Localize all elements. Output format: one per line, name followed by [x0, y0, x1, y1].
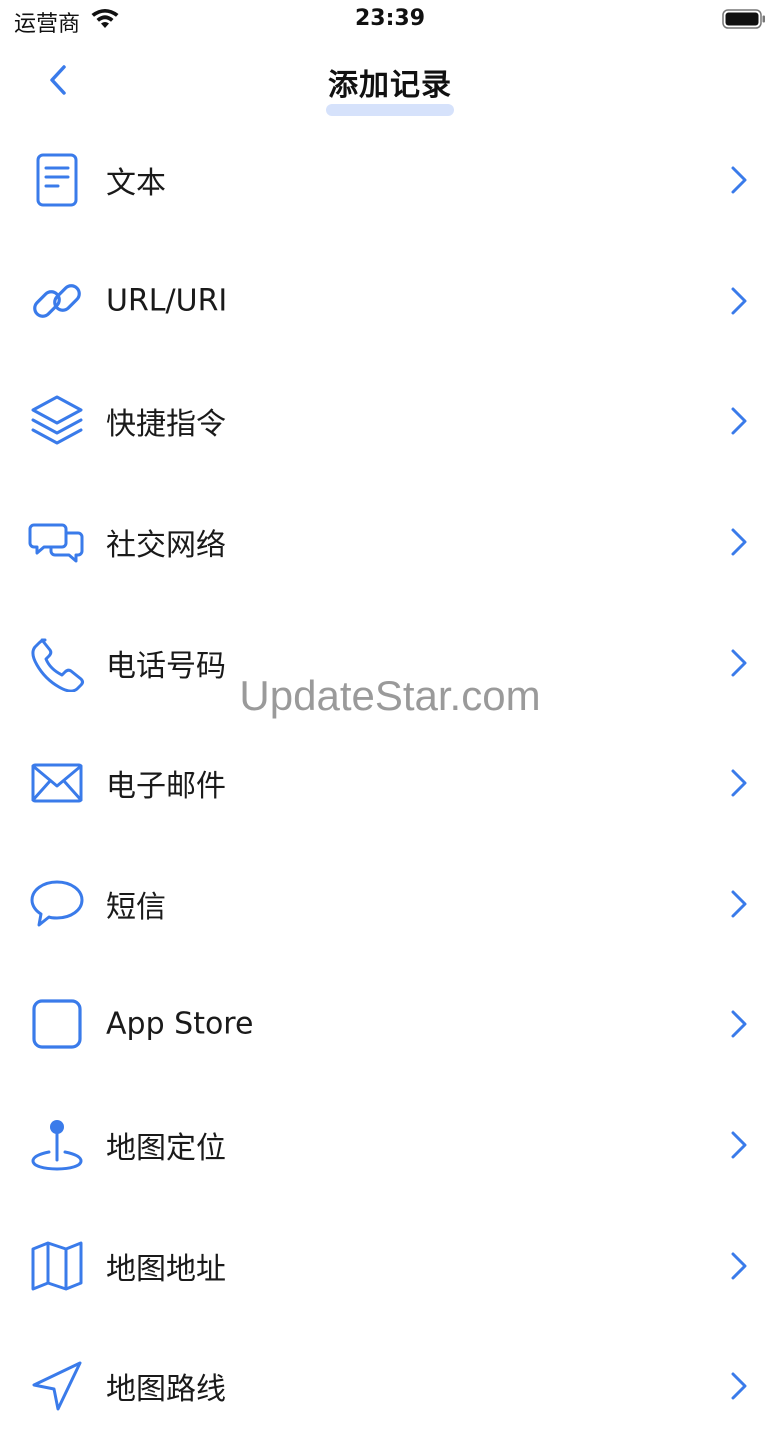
- chevron-right-icon: [731, 1010, 747, 1038]
- battery-icon: [722, 9, 765, 29]
- title-highlight: [326, 104, 454, 116]
- envelope-icon: [31, 763, 83, 803]
- list-item-url[interactable]: URL/URI: [0, 241, 780, 362]
- map-icon: [31, 1241, 83, 1291]
- page-title-text: 添加记录: [328, 68, 452, 103]
- map-pin-icon: [31, 1120, 83, 1171]
- chevron-right-icon: [731, 1372, 747, 1400]
- list-item-email[interactable]: 电子邮件: [0, 723, 780, 844]
- chevron-right-icon: [731, 649, 747, 677]
- list-item-map-location[interactable]: 地图定位: [0, 1085, 780, 1206]
- phone-icon: [31, 638, 84, 692]
- list-item-social[interactable]: 社交网络: [0, 482, 780, 603]
- list-item-label: 电子邮件: [106, 769, 226, 805]
- clock-time: 23:39: [354, 6, 426, 31]
- list-item-label: 社交网络: [106, 528, 226, 564]
- message-icon: [30, 880, 84, 927]
- list-item-label: 地图路线: [106, 1372, 226, 1408]
- list-item-map-address[interactable]: 地图地址: [0, 1205, 780, 1326]
- navigation-arrow-icon: [32, 1361, 82, 1411]
- navigation-bar: 添加记录: [0, 40, 780, 120]
- record-type-list: 文本 URL/URI 快捷指令 社交网络 电话号码 电子邮件 短信 App St…: [0, 120, 780, 1447]
- list-item-label: App Store: [106, 1006, 254, 1042]
- app-square-icon: [32, 999, 82, 1050]
- list-item-sms[interactable]: 短信: [0, 844, 780, 965]
- list-item-label: 地图定位: [106, 1131, 226, 1167]
- list-item-label: 短信: [106, 889, 166, 925]
- document-icon: [36, 153, 78, 207]
- list-item-label: 文本: [106, 166, 166, 202]
- list-item-label: 快捷指令: [106, 407, 226, 443]
- chevron-right-icon: [731, 528, 747, 556]
- link-icon: [33, 284, 81, 318]
- list-item-map-route[interactable]: 地图路线: [0, 1326, 780, 1447]
- list-item-shortcuts[interactable]: 快捷指令: [0, 361, 780, 482]
- chevron-right-icon: [731, 890, 747, 918]
- status-bar: 运营商 23:39: [0, 0, 780, 40]
- list-item-label: URL/URI: [106, 283, 228, 319]
- list-item-label: 地图地址: [106, 1251, 226, 1287]
- chat-bubbles-icon: [28, 523, 84, 563]
- list-item-text[interactable]: 文本: [0, 120, 780, 241]
- chevron-right-icon: [731, 1131, 747, 1159]
- page-title: 添加记录: [326, 60, 454, 116]
- chevron-right-icon: [731, 769, 747, 797]
- list-item-phone[interactable]: 电话号码: [0, 602, 780, 723]
- list-item-app-store[interactable]: App Store: [0, 964, 780, 1085]
- layers-icon: [31, 395, 83, 445]
- chevron-right-icon: [731, 1252, 747, 1280]
- chevron-right-icon: [731, 166, 747, 194]
- list-item-label: 电话号码: [106, 648, 226, 684]
- chevron-right-icon: [731, 407, 747, 435]
- chevron-right-icon: [731, 287, 747, 315]
